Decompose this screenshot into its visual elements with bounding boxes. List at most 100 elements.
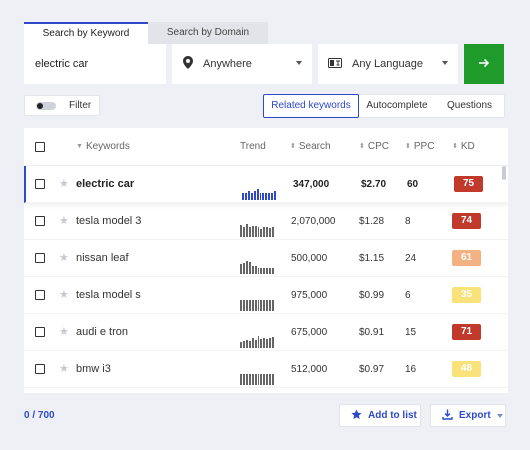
kd-badge: 61 bbox=[452, 250, 481, 266]
tab-search-by-keyword[interactable]: Search by Keyword bbox=[24, 22, 148, 44]
export-button[interactable]: Export bbox=[430, 404, 506, 427]
sort-icon: ⬍ bbox=[359, 143, 365, 150]
trend-bar bbox=[254, 226, 257, 237]
table-scrollbar[interactable] bbox=[502, 166, 506, 180]
export-label: Export bbox=[459, 410, 491, 421]
table-row[interactable]: ★ bmw i3 512,000 $0.97 16 48 bbox=[24, 351, 508, 388]
star-icon[interactable]: ★ bbox=[59, 325, 69, 338]
trend-bar bbox=[245, 261, 248, 274]
trend-bar bbox=[242, 374, 245, 385]
trend-bar bbox=[254, 266, 257, 274]
row-checkbox[interactable] bbox=[35, 327, 45, 337]
row-checkbox[interactable] bbox=[35, 364, 45, 374]
star-icon[interactable]: ★ bbox=[59, 362, 69, 375]
keyword-cell[interactable]: tesla model s bbox=[76, 289, 141, 301]
col-header-kd-label: KD bbox=[460, 141, 475, 152]
chevron-down-icon bbox=[296, 61, 302, 65]
trend-bar bbox=[266, 268, 269, 274]
trend-bar bbox=[245, 224, 248, 237]
tab-related-keywords[interactable]: Related keywords bbox=[263, 94, 359, 118]
keyword-cell[interactable]: bmw i3 bbox=[76, 363, 111, 375]
table-row[interactable]: ★ nissan leaf 500,000 $1.15 24 61 bbox=[24, 240, 508, 277]
table-row[interactable] bbox=[24, 388, 508, 393]
trend-bar bbox=[263, 300, 266, 311]
result-view-tabs: Related keywords Autocomplete Questions bbox=[263, 94, 505, 118]
map-pin-icon bbox=[183, 56, 193, 72]
table-row[interactable]: ★ tesla model 3 2,070,000 $1.28 8 74 bbox=[24, 203, 508, 240]
keyword-input[interactable] bbox=[24, 44, 166, 84]
trend-bar bbox=[259, 193, 262, 200]
col-header-cpc-label: CPC bbox=[367, 141, 389, 152]
ppc-cell: 16 bbox=[405, 364, 417, 375]
star-icon[interactable]: ★ bbox=[59, 214, 69, 227]
row-checkbox[interactable] bbox=[35, 290, 45, 300]
tab-search-by-domain[interactable]: Search by Domain bbox=[148, 22, 268, 44]
trend-bar bbox=[272, 374, 275, 385]
trend-bar bbox=[269, 338, 272, 348]
trend-bar bbox=[242, 300, 245, 311]
star-icon[interactable]: ★ bbox=[59, 251, 69, 264]
tab-autocomplete[interactable]: Autocomplete bbox=[359, 95, 435, 117]
col-header-search[interactable]: ⬍ Search bbox=[290, 141, 331, 152]
cpc-cell: $1.28 bbox=[359, 216, 385, 227]
row-checkbox[interactable] bbox=[35, 179, 45, 189]
table-row[interactable]: ★ electric car 347,000 $2.70 60 75 bbox=[24, 166, 508, 203]
arrow-right-icon bbox=[478, 57, 490, 72]
sort-icon: ⬍ bbox=[290, 143, 296, 150]
trend-bar bbox=[263, 374, 266, 385]
add-to-list-button[interactable]: Add to list bbox=[339, 404, 421, 427]
col-header-trend: Trend bbox=[240, 141, 266, 152]
trend-bar bbox=[253, 191, 256, 200]
trend-bar bbox=[245, 300, 248, 311]
row-checkbox[interactable] bbox=[35, 216, 45, 226]
trend-bar bbox=[260, 268, 263, 274]
trend-bar bbox=[240, 300, 242, 311]
tab-questions[interactable]: Questions bbox=[435, 95, 504, 117]
col-header-keywords-label: Keywords bbox=[85, 141, 130, 152]
table-row[interactable]: ★ tesla model s 975,000 $0.99 6 35 bbox=[24, 277, 508, 314]
trend-bar bbox=[254, 374, 257, 385]
row-checkbox[interactable] bbox=[35, 253, 45, 263]
sort-icon: ⬍ bbox=[452, 143, 458, 150]
filter-label: Filter bbox=[69, 100, 92, 111]
trend-bar bbox=[242, 227, 245, 237]
keyword-table: ▼ Keywords Trend ⬍ Search ⬍ CPC ⬍ PPC ⬍ … bbox=[24, 128, 508, 393]
keyword-cell[interactable]: audi e tron bbox=[76, 326, 128, 338]
language-select[interactable]: Any Language bbox=[318, 44, 458, 84]
star-icon bbox=[351, 409, 362, 423]
star-icon[interactable]: ★ bbox=[59, 288, 69, 301]
search-go-button[interactable] bbox=[464, 44, 504, 84]
trend-bar bbox=[242, 263, 245, 274]
select-all-checkbox[interactable] bbox=[35, 141, 45, 152]
star-icon[interactable]: ★ bbox=[59, 177, 69, 190]
keyword-cell[interactable]: electric car bbox=[76, 178, 134, 190]
ppc-cell: 6 bbox=[405, 290, 411, 301]
row-checkbox-wrap bbox=[35, 290, 45, 300]
col-header-kd[interactable]: ⬍ KD bbox=[452, 141, 475, 152]
trend-bar bbox=[260, 300, 263, 311]
table-row[interactable]: ★ audi e tron 675,000 $0.91 15 71 bbox=[24, 314, 508, 351]
trend-bar bbox=[257, 336, 260, 348]
trend-bar bbox=[248, 300, 251, 311]
col-header-ppc[interactable]: ⬍ PPC bbox=[405, 141, 434, 152]
col-header-keywords[interactable]: ▼ Keywords bbox=[76, 141, 130, 152]
location-select[interactable]: Anywhere bbox=[172, 44, 312, 84]
translate-icon bbox=[328, 57, 342, 71]
row-checkbox-wrap bbox=[35, 327, 45, 337]
trend-bar bbox=[266, 374, 269, 385]
filter-switch[interactable] bbox=[36, 101, 56, 110]
keyword-cell[interactable]: tesla model 3 bbox=[76, 215, 141, 227]
trend-bar bbox=[272, 300, 275, 311]
selection-count: 0 / 700 bbox=[24, 410, 55, 421]
filter-toggle-button[interactable]: Filter bbox=[24, 95, 100, 116]
trend-bar bbox=[240, 374, 242, 385]
search-bar: Anywhere Any Language bbox=[24, 44, 508, 84]
table-header: ▼ Keywords Trend ⬍ Search ⬍ CPC ⬍ PPC ⬍ … bbox=[24, 128, 508, 166]
cpc-cell: $1.15 bbox=[359, 253, 385, 264]
col-header-cpc[interactable]: ⬍ CPC bbox=[359, 141, 389, 152]
trend-bar bbox=[251, 266, 254, 274]
keyword-cell[interactable]: nissan leaf bbox=[76, 252, 129, 264]
ppc-cell: 24 bbox=[405, 253, 417, 264]
ppc-cell: 60 bbox=[407, 179, 419, 190]
trend-bar bbox=[274, 191, 277, 200]
